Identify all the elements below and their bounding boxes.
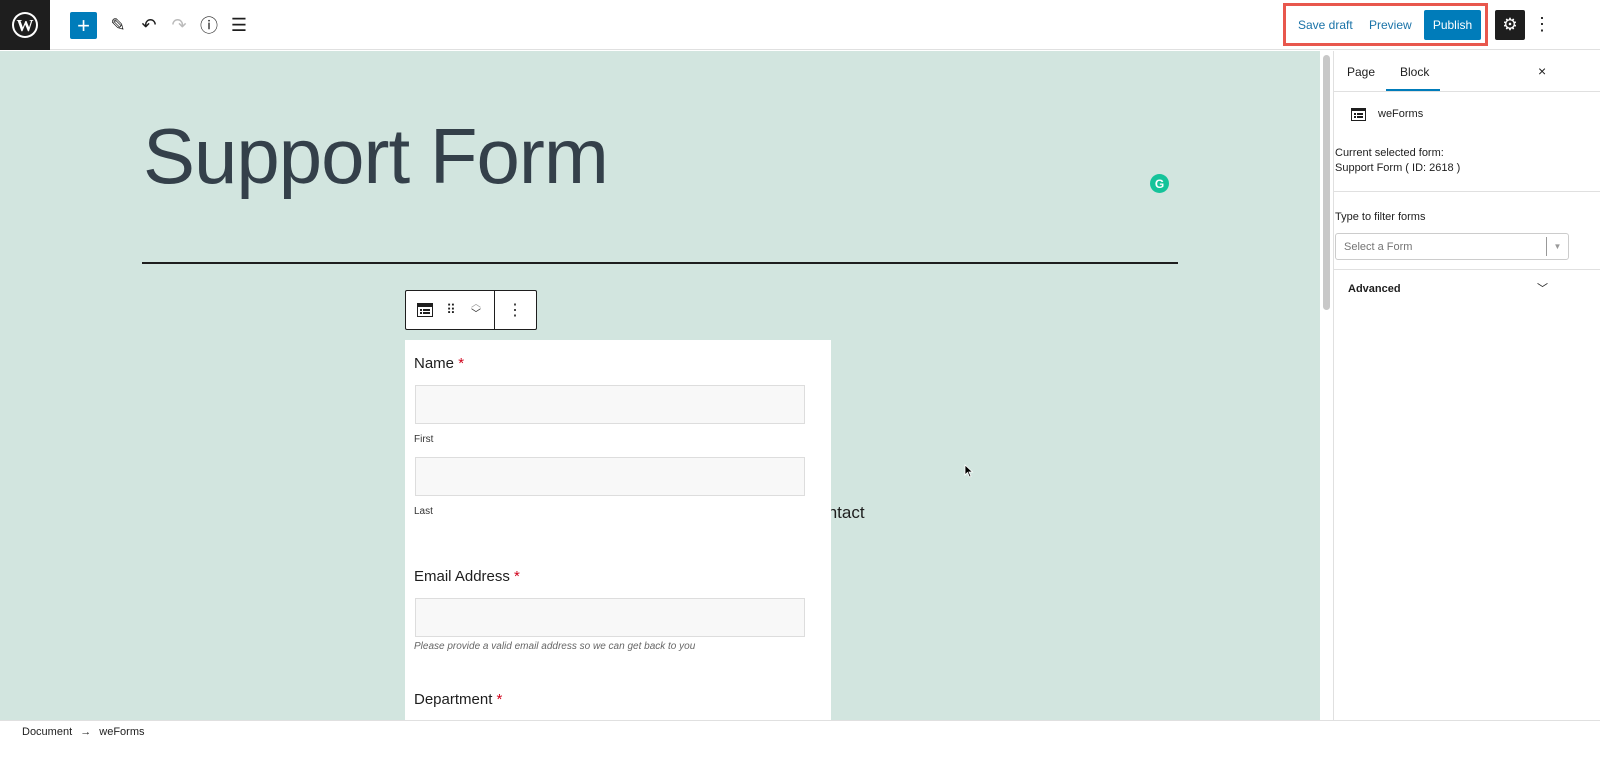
- plus-icon: +: [77, 12, 90, 38]
- save-draft-button[interactable]: Save draft: [1298, 18, 1353, 32]
- editor-canvas[interactable]: Support Form G ⠿ ︿ ﹀ ⋮ Contact Name * Fir…: [0, 51, 1320, 720]
- drag-handle-icon[interactable]: ⠿: [444, 302, 458, 318]
- wordpress-icon: W: [12, 12, 38, 38]
- page-title[interactable]: Support Form: [143, 111, 609, 202]
- block-name: weForms: [1378, 108, 1424, 120]
- current-form-label: Current selected form:: [1335, 147, 1444, 159]
- breadcrumb: Document → weForms: [0, 720, 1600, 757]
- mouse-cursor-icon: [964, 464, 974, 478]
- first-name-input[interactable]: [415, 385, 805, 424]
- required-marker: *: [496, 691, 503, 708]
- block-options-button[interactable]: ⋮: [495, 300, 535, 320]
- filter-label: Type to filter forms: [1335, 211, 1426, 223]
- publish-button[interactable]: Publish: [1424, 10, 1481, 40]
- form-icon: [417, 303, 433, 317]
- info-icon: ⓘ: [200, 16, 218, 36]
- preview-button[interactable]: Preview: [1369, 18, 1412, 32]
- wordpress-logo-button[interactable]: W: [0, 0, 50, 50]
- email-help-text: Please provide a valid email address so …: [414, 641, 696, 652]
- divider: [1334, 91, 1600, 92]
- add-block-button[interactable]: +: [70, 12, 97, 39]
- top-toolbar: W + ✎ ↶ ↷ ⓘ ☰ Save draft Preview Publish…: [0, 0, 1600, 50]
- svg-text:W: W: [17, 16, 34, 35]
- redo-icon: ↷: [171, 14, 187, 35]
- name-label: Name *: [414, 355, 464, 372]
- list-view-icon: ☰: [230, 14, 248, 35]
- gear-icon: ⚙: [1502, 15, 1518, 34]
- undo-button[interactable]: ↶: [137, 13, 161, 37]
- email-input[interactable]: [415, 598, 805, 637]
- tools-button[interactable]: ✎: [106, 13, 130, 37]
- more-options-button[interactable]: ⋮: [1533, 14, 1551, 35]
- close-sidebar-button[interactable]: ×: [1538, 63, 1546, 79]
- grammarly-icon[interactable]: G: [1150, 174, 1169, 193]
- chevron-down-icon[interactable]: ﹀: [1537, 280, 1548, 296]
- block-toolbar: ⠿ ︿ ﹀ ⋮: [405, 290, 537, 330]
- canvas-scrollbar[interactable]: [1323, 55, 1330, 310]
- settings-button[interactable]: ⚙: [1495, 10, 1525, 40]
- advanced-panel-toggle[interactable]: Advanced: [1348, 282, 1401, 297]
- divider: [1334, 191, 1600, 192]
- dropdown-arrow-icon[interactable]: ▼: [1546, 237, 1568, 256]
- tab-page[interactable]: Page: [1347, 65, 1375, 79]
- current-form-value: Support Form ( ID: 2618 ): [1335, 162, 1461, 174]
- name-label-text: Name: [414, 355, 455, 372]
- pencil-icon: ✎: [110, 14, 126, 35]
- move-buttons: ︿ ﹀: [458, 300, 494, 320]
- department-label-text: Department: [414, 691, 493, 708]
- breadcrumb-document[interactable]: Document: [22, 726, 72, 738]
- settings-sidebar: Page Block × weForms Current selected fo…: [1333, 51, 1600, 720]
- arrow-right-icon: →: [80, 726, 92, 738]
- select-placeholder: Select a Form: [1344, 241, 1413, 253]
- undo-icon: ↶: [141, 14, 157, 35]
- last-label: Last: [414, 506, 433, 517]
- breadcrumb-weforms[interactable]: weForms: [99, 726, 144, 738]
- tab-block[interactable]: Block: [1400, 65, 1429, 79]
- divider: [1334, 269, 1600, 270]
- separator-block: [142, 262, 1178, 264]
- last-name-input[interactable]: [415, 457, 805, 496]
- email-label-text: Email Address: [414, 568, 510, 585]
- list-view-button[interactable]: ☰: [227, 13, 251, 37]
- department-label: Department *: [414, 691, 502, 708]
- first-label: First: [414, 434, 434, 445]
- details-button[interactable]: ⓘ: [197, 13, 221, 37]
- redo-button[interactable]: ↷: [167, 13, 191, 37]
- required-marker: *: [458, 355, 465, 372]
- block-type-button[interactable]: [406, 291, 444, 329]
- weforms-block[interactable]: Name * First Last Email Address * Please…: [405, 340, 831, 720]
- form-icon: [1351, 108, 1366, 121]
- chevron-down-icon[interactable]: ﹀: [471, 310, 481, 320]
- email-label: Email Address *: [414, 568, 520, 585]
- form-select[interactable]: Select a Form ▼: [1335, 233, 1569, 260]
- required-marker: *: [514, 568, 520, 585]
